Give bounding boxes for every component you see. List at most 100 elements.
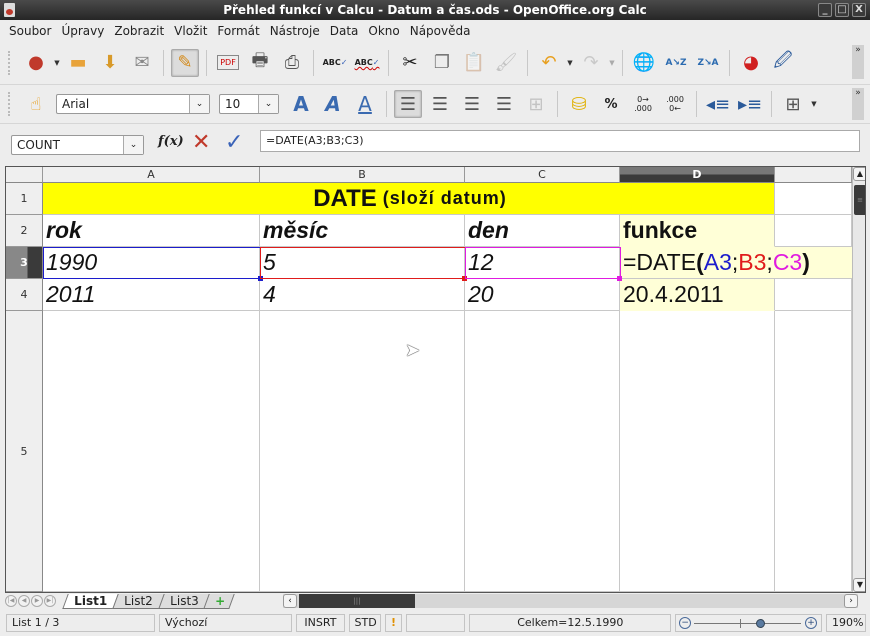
draw-functions-button[interactable]: 🖉 — [769, 49, 797, 77]
new-dropdown-arrow[interactable]: ▼ — [52, 59, 62, 67]
autospellcheck-button[interactable]: ABC✓ — [353, 49, 381, 77]
align-left-button[interactable]: ☰ — [394, 90, 422, 118]
select-all-corner[interactable] — [6, 167, 43, 183]
spreadsheet-grid[interactable]: A B C D 1 2 3 4 5 DATE (složí datum) rok… — [5, 166, 866, 593]
toolbar-grip[interactable] — [8, 50, 12, 75]
undo-button[interactable]: ↶ — [535, 49, 563, 77]
menu-upravy[interactable]: Úpravy — [56, 24, 109, 38]
next-sheet-icon[interactable]: ▶ — [31, 595, 43, 607]
toolbar-grip[interactable] — [8, 92, 12, 116]
zoom-percent[interactable]: 190% — [826, 614, 866, 632]
email-button[interactable]: ✉ — [128, 49, 156, 77]
cell-b2[interactable]: měsíc — [260, 215, 465, 247]
bold-button[interactable]: A — [287, 90, 315, 118]
cell-d2[interactable]: funkce — [620, 215, 775, 247]
cell-e5[interactable] — [775, 311, 852, 592]
row-header-1[interactable]: 1 — [6, 183, 43, 215]
minimize-button[interactable]: _ — [818, 3, 832, 17]
italic-button[interactable]: A — [319, 90, 347, 118]
cell-a3[interactable]: 1990 — [43, 247, 260, 279]
menu-format[interactable]: Formát — [212, 24, 264, 38]
row-header-4[interactable]: 4 — [6, 279, 43, 311]
reference-handle-b3[interactable] — [462, 276, 467, 281]
new-document-button[interactable]: ● — [22, 49, 50, 77]
vertical-scroll-thumb[interactable]: ≡ — [854, 185, 865, 215]
toolbar-overflow-button[interactable]: » — [852, 88, 864, 120]
export-pdf-button[interactable]: PDF — [214, 49, 242, 77]
sheet-tab-list2[interactable]: List2 — [112, 593, 165, 609]
scroll-up-icon[interactable]: ▲ — [853, 167, 865, 181]
column-header-a[interactable]: A — [43, 167, 260, 183]
menu-soubor[interactable]: Soubor — [4, 24, 56, 38]
merge-cells-button[interactable]: ⊞ — [522, 90, 550, 118]
insert-mode[interactable]: INSRT — [296, 614, 345, 632]
sort-descending-button[interactable]: Z↘A — [694, 49, 722, 77]
cell-c2[interactable]: den — [465, 215, 620, 247]
currency-format-button[interactable]: ⛁ — [565, 90, 593, 118]
underline-button[interactable]: A — [351, 90, 379, 118]
menu-nastroje[interactable]: Nástroje — [265, 24, 325, 38]
spellcheck-button[interactable]: ABC✓ — [321, 49, 349, 77]
scroll-left-icon[interactable]: ‹ — [283, 594, 297, 608]
cancel-icon[interactable]: ✕ — [192, 130, 210, 155]
scroll-down-icon[interactable]: ▼ — [853, 578, 865, 592]
increase-indent-button[interactable]: ▸≡ — [736, 90, 764, 118]
selection-sum[interactable]: Celkem=12.5.1990 — [469, 614, 672, 632]
zoom-slider[interactable]: − + — [675, 614, 822, 632]
add-sheet-button[interactable]: + — [203, 593, 235, 609]
cell-a4[interactable]: 2011 — [43, 279, 260, 311]
remove-decimal-button[interactable]: .000 0← — [661, 90, 689, 118]
cell-d3-editing[interactable]: =DATE( A3 ; B3 ; C3 ) — [620, 247, 852, 279]
row-header-2[interactable]: 2 — [6, 215, 43, 247]
cell-b4[interactable]: 4 — [260, 279, 465, 311]
cut-button[interactable]: ✂ — [396, 49, 424, 77]
font-size-combo[interactable]: 10 ⌄ — [219, 94, 279, 114]
reference-handle-a3[interactable] — [258, 276, 263, 281]
first-sheet-icon[interactable]: |◀ — [5, 595, 17, 607]
selection-mode[interactable]: STD — [348, 614, 381, 632]
cell-c3[interactable]: 12 — [465, 247, 620, 279]
edit-mode-button[interactable]: ✎ — [171, 48, 199, 77]
formula-input[interactable]: =DATE(A3;B3;C3) — [260, 130, 860, 152]
chart-button[interactable]: ◕ — [737, 49, 765, 77]
toolbar-overflow-button[interactable]: » — [852, 45, 864, 79]
add-decimal-button[interactable]: 0→ .000 — [629, 90, 657, 118]
borders-dropdown-arrow[interactable]: ▼ — [809, 100, 819, 108]
reference-handle-c3[interactable] — [617, 276, 622, 281]
column-header-c[interactable]: C — [465, 167, 620, 183]
cell-c4[interactable]: 20 — [465, 279, 620, 311]
paste-button[interactable]: 📋 — [460, 49, 488, 77]
maximize-button[interactable]: □ — [835, 3, 849, 17]
redo-button[interactable]: ↷ — [577, 49, 605, 77]
digital-signature[interactable] — [406, 614, 466, 632]
column-header-d[interactable]: D — [620, 167, 775, 183]
copy-button[interactable]: ❐ — [428, 49, 456, 77]
cell-d4[interactable]: 20.4.2011 — [620, 279, 775, 311]
font-name-combo[interactable]: Arial ⌄ — [56, 94, 210, 114]
undo-dropdown-arrow[interactable]: ▼ — [565, 59, 575, 67]
sort-ascending-button[interactable]: A↘Z — [662, 49, 690, 77]
zoom-track[interactable] — [694, 623, 801, 624]
align-center-button[interactable]: ☰ — [426, 90, 454, 118]
decrease-indent-button[interactable]: ◂≡ — [704, 90, 732, 118]
menu-napoveda[interactable]: Nápověda — [405, 24, 476, 38]
cell-d5[interactable] — [620, 311, 775, 592]
hyperlink-button[interactable]: 🌐 — [630, 49, 658, 77]
zoom-out-icon[interactable]: − — [679, 617, 692, 629]
last-sheet-icon[interactable]: ▶| — [44, 595, 56, 607]
chevron-down-icon[interactable]: ⌄ — [123, 136, 143, 154]
cell-e1[interactable] — [775, 183, 852, 215]
cell-b5[interactable] — [260, 311, 465, 592]
horizontal-scrollbar[interactable]: ‹ ||| › — [283, 594, 858, 608]
column-header-b[interactable]: B — [260, 167, 465, 183]
cell-e4[interactable] — [775, 279, 852, 311]
cell-c5[interactable] — [465, 311, 620, 592]
accept-icon[interactable]: ✓ — [225, 130, 243, 155]
cell-b3[interactable]: 5 — [260, 247, 465, 279]
title-cell-a1[interactable]: DATE (složí datum) — [43, 183, 775, 215]
page-style[interactable]: Výchozí — [158, 614, 293, 632]
menu-zobrazit[interactable]: Zobrazit — [109, 24, 169, 38]
row-header-5[interactable]: 5 — [6, 311, 43, 592]
print-preview-button[interactable]: ⎙ — [278, 49, 306, 77]
justify-button[interactable]: ☰ — [490, 90, 518, 118]
